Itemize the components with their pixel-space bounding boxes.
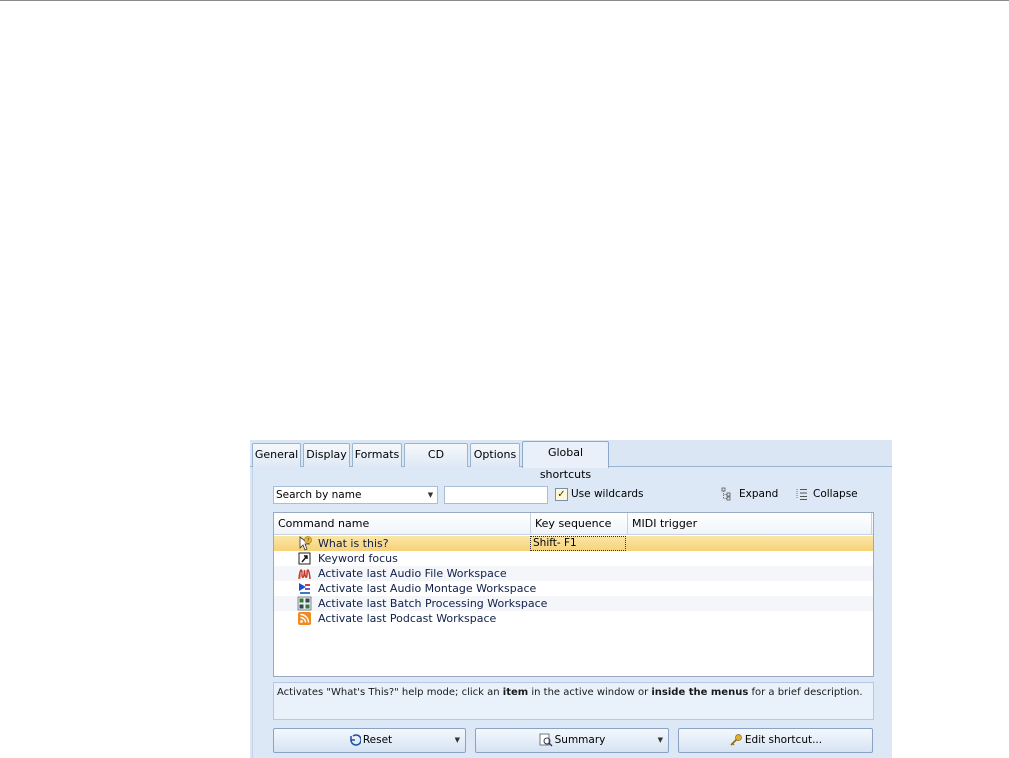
preferences-dialog: General Display Formats CD Burning Optio… [250, 440, 892, 758]
description-text: Activates "What's This?" help mode; clic… [277, 687, 503, 698]
command-name: Activate last Batch Processing Workspace [318, 597, 548, 610]
reset-label: Reset [362, 734, 393, 746]
search-mode-value: Search by name [276, 489, 362, 501]
chevron-down-icon: ▼ [454, 736, 460, 744]
edit-shortcut-button[interactable]: Edit shortcut... [678, 728, 873, 753]
collapse-button[interactable]: Collapse [795, 486, 858, 502]
tab-formats[interactable]: Formats [352, 443, 402, 467]
column-midi-trigger[interactable]: MIDI trigger [628, 513, 872, 535]
collapse-label: Collapse [813, 488, 858, 500]
table-row[interactable]: Activate last Audio Montage Workspace [274, 581, 873, 596]
use-wildcards-label: Use wildcards [571, 488, 644, 500]
expand-label: Expand [739, 488, 779, 500]
podcast-workspace-icon [298, 612, 311, 625]
edit-shortcut-label: Edit shortcut... [744, 734, 823, 746]
reset-icon [350, 734, 361, 746]
table-row[interactable]: Activate last Batch Processing Workspace [274, 596, 873, 611]
description-text: in the active window or [528, 687, 652, 698]
global-shortcuts-panel: Search by name ▼ ✓ Use wildcards Expand [252, 467, 892, 758]
tab-global-shortcuts[interactable]: Global shortcuts [522, 441, 609, 481]
tab-general[interactable]: General [252, 443, 301, 467]
command-name: Activate last Audio File Workspace [318, 567, 507, 580]
use-wildcards-checkbox[interactable]: ✓ [555, 488, 568, 501]
summary-button[interactable]: Summary ▼ [475, 728, 669, 753]
tab-strip: General Display Formats CD Burning Optio… [250, 440, 892, 483]
table-row[interactable]: Activate last Audio File Workspace [274, 566, 873, 581]
expand-button[interactable]: Expand [721, 486, 778, 502]
chevron-down-icon: ▼ [427, 491, 434, 499]
command-name: Keyword focus [318, 552, 398, 565]
command-name: Activate last Audio Montage Workspace [318, 582, 537, 595]
top-divider [0, 0, 1009, 1]
summary-icon [539, 733, 553, 747]
column-command-name[interactable]: Command name [274, 513, 531, 535]
search-mode-select[interactable]: Search by name ▼ [273, 486, 438, 504]
tab-options[interactable]: Options [470, 443, 520, 467]
description-text: for a brief description. [748, 687, 863, 698]
whats-this-icon: ? [299, 536, 312, 551]
description-bold-menus: inside the menus [651, 687, 749, 698]
shortcuts-list[interactable]: Command name Key sequence MIDI trigger ?… [273, 512, 874, 677]
column-key-sequence[interactable]: Key sequence [531, 513, 628, 535]
tab-display[interactable]: Display [303, 443, 350, 467]
shortcut-arrow-icon [298, 552, 311, 565]
table-row[interactable]: Activate last Podcast Workspace [274, 611, 873, 626]
key-icon [730, 734, 742, 746]
command-description: Activates "What's This?" help mode; clic… [273, 682, 874, 720]
audio-file-workspace-icon [298, 569, 311, 580]
list-header: Command name Key sequence MIDI trigger [274, 513, 873, 535]
table-row[interactable]: ? What is this? Shift- F1 [274, 536, 873, 551]
summary-label: Summary [554, 734, 606, 746]
svg-text:?: ? [307, 538, 310, 544]
command-name: Activate last Podcast Workspace [318, 612, 497, 625]
collapse-tree-icon [796, 489, 807, 500]
table-row[interactable]: Keyword focus [274, 551, 873, 566]
expand-tree-icon [721, 487, 731, 501]
chevron-down-icon: ▼ [657, 736, 663, 744]
batch-processing-workspace-icon [297, 596, 312, 611]
reset-button[interactable]: Reset ▼ [273, 728, 466, 753]
description-bold-item: item [502, 687, 529, 698]
search-input[interactable] [444, 486, 548, 504]
command-name: What is this? [318, 537, 389, 550]
tab-cd-burning[interactable]: CD Burning [404, 443, 468, 483]
audio-montage-workspace-icon [299, 583, 310, 594]
key-sequence-cell[interactable]: Shift- F1 [530, 536, 626, 551]
